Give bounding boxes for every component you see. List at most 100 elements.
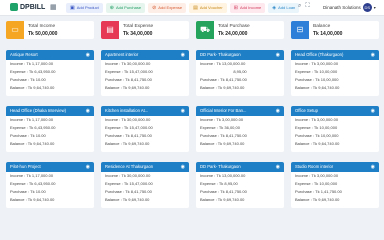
eye-icon[interactable]: ◉ <box>276 106 280 116</box>
project-card[interactable]: Head Office (Dhaka Interview) ◉ Income : … <box>6 106 94 152</box>
balance-row: Balance : Tk 9,69,740.00 <box>105 197 150 202</box>
top-bar: DPBILL ▦ ▣ Add Product ⊕ Add Purchase ⊘ Add… <box>0 0 384 16</box>
action-label: Add Product <box>76 5 99 10</box>
balance-row: Balance : Tk 9,69,740.00 <box>200 141 245 146</box>
balance-row: Balance : Tk 9,69,740.00 <box>200 85 245 90</box>
project-card-header: Head Office (Dhaka Interview) ◉ <box>6 106 94 116</box>
summary-value: Tk 14,00,000 <box>313 31 343 37</box>
user-menu[interactable]: Dinanath Solutions DS ▾ <box>323 3 376 12</box>
income-row: Income : Tk 1,17,000.00 <box>10 173 54 178</box>
purchase-row: Purchase : Tk 10,00,000 <box>295 77 339 82</box>
eye-icon[interactable]: ◉ <box>86 50 90 60</box>
income-row: Income : Tk 30,00,000.00 <box>105 173 151 178</box>
project-card[interactable]: Residence At Thakurgaon ◉ Income : Tk 30,… <box>101 162 189 208</box>
fullscreen-icon[interactable]: ⛶ <box>305 3 309 10</box>
income-row: Income : Tk 30,00,000.00 <box>105 117 151 122</box>
balance-row: Balance : Tk 9,69,740.00 <box>105 141 150 146</box>
project-card[interactable]: Pilot-hun Project ◉ Income : Tk 1,17,000.… <box>6 162 94 208</box>
balance-icon: ⊟ <box>291 21 309 39</box>
search-icon[interactable]: ⌕ <box>298 3 301 10</box>
summary-label: Balance <box>313 24 331 29</box>
expense-row: Expense : Tk 6,43,950.00 <box>10 181 56 186</box>
income-row: Income : Tk 3,00,000.00 <box>295 117 339 122</box>
menu-grid-icon[interactable]: ▦ <box>50 4 57 11</box>
project-card-header: DD Park- Thakurgaon ◉ <box>196 50 284 60</box>
project-card[interactable]: DD Park- Thakurgaon ◉ Income : Tk 13,00,0… <box>196 162 284 208</box>
project-card-header: Antique Resort ◉ <box>6 50 94 60</box>
project-card-header: Studio Room interior ◉ <box>291 162 379 172</box>
add-purchase-button[interactable]: ⊕ Add Purchase <box>105 3 146 13</box>
expense-icon: ⊘ <box>152 5 157 11</box>
summary-value: Tk 24,00,000 <box>218 31 248 37</box>
project-name: DD Park- Thakurgaon <box>200 164 241 169</box>
project-card-header: Head Office (Thakurgaon) ◉ <box>291 50 379 60</box>
summary-label: Total Purchase <box>218 24 250 29</box>
eye-icon[interactable]: ◉ <box>371 50 375 60</box>
project-card-header: Kitchen installation At... ◉ <box>101 106 189 116</box>
eye-icon[interactable]: ◉ <box>371 162 375 172</box>
logo-mark <box>10 3 18 11</box>
expense-row: Expense : Tk 6,43,950.00 <box>10 125 56 130</box>
eye-icon[interactable]: ◉ <box>181 106 185 116</box>
eye-icon[interactable]: ◉ <box>276 50 280 60</box>
add-expense-button[interactable]: ⊘ Add Expense <box>148 3 187 13</box>
summary-value: Tk 34,00,000 <box>123 31 153 37</box>
purchase-row: Purchase : Tk 10.00 <box>10 77 46 82</box>
eye-icon[interactable]: ◉ <box>371 106 375 116</box>
income-row: Income : Tk 1,17,000.00 <box>10 117 54 122</box>
project-name: Head Office (Dhaka Interview) <box>10 108 67 113</box>
project-card[interactable]: Studio Room interior ◉ Income : Tk 3,00,0… <box>291 162 379 208</box>
project-card[interactable]: Antique Resort ◉ Income : Tk 1,17,000.00 … <box>6 50 94 96</box>
brand-logo[interactable]: DPBILL <box>10 3 45 11</box>
project-card-header: Apartment interior ◉ <box>101 50 189 60</box>
eye-icon[interactable]: ◉ <box>181 50 185 60</box>
action-label: Add Loan <box>278 5 296 10</box>
quick-actions: ▣ Add Product ⊕ Add Purchase ⊘ Add Expense … <box>66 3 300 13</box>
action-label: Add Purchase <box>115 5 142 10</box>
expense-row: 8,95,00 <box>233 69 247 74</box>
balance-row: Balance : Tk 9,64,740.00 <box>295 141 340 146</box>
action-label: Add Income <box>239 5 262 10</box>
add-income-button[interactable]: ⊞ Add Income <box>229 3 266 13</box>
purchase-row: Purchase : Tk 10.00 <box>10 133 46 138</box>
purchase-row: Purchase : Tk 8,41,750.00 <box>200 77 247 82</box>
project-card-header: DD Park- Thakurgaon ◉ <box>196 162 284 172</box>
expense-row: Expense : Tk 15,47,000.00 <box>105 125 153 130</box>
project-card[interactable]: Office Setup ◉ Income : Tk 3,00,000.00 Ex… <box>291 106 379 152</box>
eye-icon[interactable]: ◉ <box>181 162 185 172</box>
brand-name: DPBILL <box>20 3 46 11</box>
add-loan-button[interactable]: ◈ Add Loan <box>268 3 300 13</box>
purchase-row: Purchase : Tk 8,41,750.00 <box>200 133 247 138</box>
project-card-header: Office Setup ◉ <box>291 106 379 116</box>
expense-row: Expense : Tk 10,00,000 <box>295 69 338 74</box>
purchase-row: Purchase : Tk 10.00 <box>10 189 46 194</box>
summary-card-purchase[interactable]: ⛟ Total Purchase Tk 24,00,000 <box>196 21 284 39</box>
top-icons: ⌕ ⛶ <box>298 3 310 10</box>
summary-card-income[interactable]: ▭ Total Income Tk 50,00,000 <box>6 21 94 39</box>
summary-card-expense[interactable]: ▤ Total Expense Tk 34,00,000 <box>101 21 189 39</box>
purchase-row: Purchase : Tk 8,41,750.00 <box>105 189 152 194</box>
eye-icon[interactable]: ◉ <box>276 162 280 172</box>
action-label: Add Voucher <box>199 5 223 10</box>
income-row: Income : Tk 13,00,000.00 <box>200 61 246 66</box>
balance-row: Balance : Tk 9,64,740.00 <box>10 197 55 202</box>
expense-row: Expense : Tk 36,00,00 <box>200 125 240 130</box>
box-icon: ▣ <box>70 5 75 11</box>
income-icon: ⊞ <box>233 5 238 11</box>
purchase-row: Purchase : Tk 10,00,000 <box>295 133 339 138</box>
project-card[interactable]: Head Office (Thakurgaon) ◉ Income : Tk 3,… <box>291 50 379 96</box>
balance-row: Balance : Tk 9,69,740.00 <box>105 85 150 90</box>
project-name: Studio Room interior <box>295 164 334 169</box>
project-card-header: Official Interior For Ban... ◉ <box>196 106 284 116</box>
income-row: Income : Tk 30,00,000.00 <box>105 61 151 66</box>
project-card[interactable]: Apartment interior ◉ Income : Tk 30,00,00… <box>101 50 189 96</box>
project-card[interactable]: DD Park- Thakurgaon ◉ Income : Tk 13,00,0… <box>196 50 284 96</box>
eye-icon[interactable]: ◉ <box>86 162 90 172</box>
summary-label: Total Income <box>28 24 56 29</box>
add-voucher-button[interactable]: ▤ Add Voucher <box>189 3 227 13</box>
summary-card-balance[interactable]: ⊟ Balance Tk 14,00,000 <box>291 21 379 39</box>
add-product-button[interactable]: ▣ Add Product <box>66 3 103 13</box>
project-card[interactable]: Official Interior For Ban... ◉ Income : T… <box>196 106 284 152</box>
eye-icon[interactable]: ◉ <box>86 106 90 116</box>
project-card[interactable]: Kitchen installation At... ◉ Income : Tk … <box>101 106 189 152</box>
